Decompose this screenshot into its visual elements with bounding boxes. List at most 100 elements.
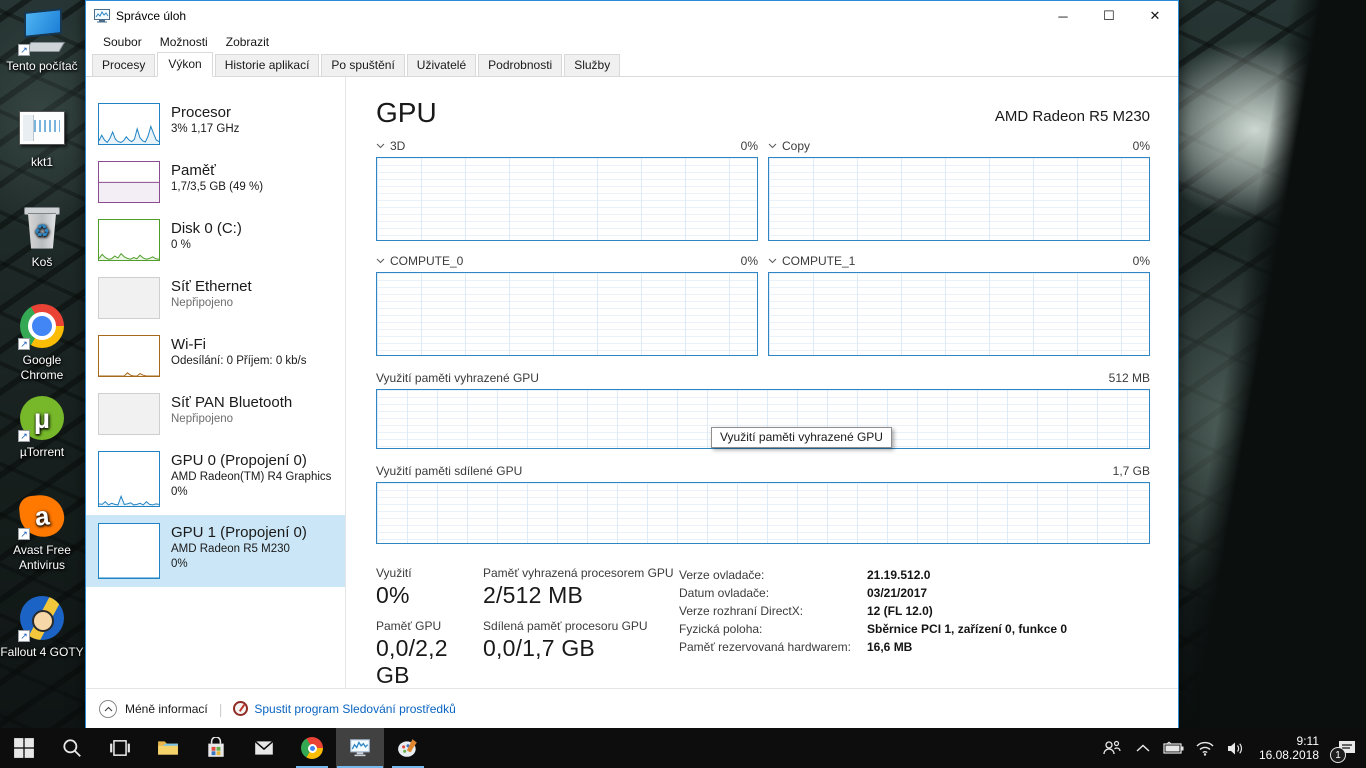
maximize-button[interactable]: ☐	[1086, 1, 1132, 31]
tray-expand-chevron-icon[interactable]	[1131, 735, 1155, 761]
engine-chart-plot	[768, 157, 1150, 241]
cpu-sparkline	[99, 104, 159, 144]
file-explorer-icon	[158, 741, 178, 755]
battery-icon[interactable]	[1162, 735, 1186, 761]
menu-moznosti[interactable]: Možnosti	[151, 35, 217, 49]
memory-chart-plot	[376, 482, 1150, 544]
dedicated-memory-chart: Využití paměti vyhrazené GPU 512 MB Využ…	[376, 371, 1150, 449]
desktop-icon-this-pc[interactable]: ↗ Tento počítač	[0, 8, 84, 74]
engine-chart-label[interactable]: 3D	[390, 139, 405, 153]
image-file-icon	[19, 111, 65, 145]
menu-soubor[interactable]: Soubor	[94, 35, 151, 49]
engine-chart-plot	[376, 157, 758, 241]
sidebar-item-disk[interactable]: Disk 0 (C:) 0 %	[86, 211, 345, 269]
people-icon[interactable]	[1100, 735, 1124, 761]
chevron-up-circle-icon	[99, 699, 117, 718]
shortcut-arrow-icon: ↗	[18, 338, 30, 350]
desktop-icon-avast[interactable]: a ↗ Avast Free Antivirus	[0, 492, 84, 573]
taskbar-clock[interactable]: 9:11 16.08.2018	[1255, 734, 1325, 762]
sidebar-item-cpu[interactable]: Procesor 3% 1,17 GHz	[86, 95, 345, 153]
mail-button[interactable]	[240, 728, 288, 768]
sidebar-item-memory[interactable]: Paměť 1,7/3,5 GB (49 %)	[86, 153, 345, 211]
sidebar-item-ethernet[interactable]: Síť Ethernet Nepřipojeno	[86, 269, 345, 327]
desktop-icon-recycle-bin[interactable]: ♻ Koš	[0, 204, 84, 270]
tab-historie-aplikaci[interactable]: Historie aplikací	[214, 54, 320, 76]
shared-memory-chart: Využití paměti sdílené GPU 1,7 GB	[376, 464, 1150, 544]
minimize-button[interactable]: ─	[1040, 1, 1086, 31]
task-manager-icon	[350, 739, 370, 757]
wifi-sparkline	[99, 336, 159, 376]
chrome-icon	[301, 737, 323, 759]
notification-count-badge: 1	[1330, 747, 1346, 763]
disk-sparkline	[99, 220, 159, 260]
sidebar-item-title: Disk 0 (C:)	[171, 220, 242, 237]
stat-gpu-memory: Paměť GPU 0,0/2,2 GB	[376, 619, 448, 688]
desktop-icon-utorrent[interactable]: µ ↗ µTorrent	[0, 394, 84, 460]
gpu0-sparkline	[99, 452, 159, 506]
less-info-button[interactable]: Méně informací	[99, 699, 208, 718]
tab-vykon[interactable]: Výkon	[157, 52, 213, 77]
sidebar-item-gpu0[interactable]: GPU 0 (Propojení 0) AMD Radeon(TM) R4 Gr…	[86, 443, 345, 515]
shortcut-arrow-icon: ↗	[18, 44, 30, 56]
taskbar-task-manager-button[interactable]	[336, 728, 384, 768]
engine-chart-label[interactable]: COMPUTE_0	[390, 254, 463, 268]
gpu-device-name: AMD Radeon R5 M230	[994, 108, 1150, 125]
info-row: Fyzická poloha: Sběrnice PCI 1, zařízení …	[679, 622, 1068, 636]
stat-utilization: Využití 0%	[376, 566, 412, 608]
engine-chart-label[interactable]: Copy	[782, 139, 810, 153]
chevron-down-icon[interactable]	[768, 258, 777, 264]
engine-chart-plot	[376, 272, 758, 356]
chevron-down-icon[interactable]	[768, 143, 777, 149]
task-view-button[interactable]	[96, 728, 144, 768]
taskbar-chrome-button[interactable]	[288, 728, 336, 768]
tab-procesy[interactable]: Procesy	[92, 54, 156, 76]
close-button[interactable]: ✕	[1132, 1, 1178, 31]
sidebar-item-gpu1[interactable]: GPU 1 (Propojení 0) AMD Radeon R5 M230 0…	[86, 515, 345, 587]
wifi-icon[interactable]	[1193, 735, 1217, 761]
file-explorer-button[interactable]	[144, 728, 192, 768]
engine-chart-copy: Copy 0%	[768, 139, 1150, 241]
action-center-button[interactable]: 1	[1330, 735, 1362, 763]
menu-zobrazit[interactable]: Zobrazit	[217, 35, 278, 49]
sidebar-item-bluetooth-pan[interactable]: Síť PAN Bluetooth Nepřipojeno	[86, 385, 345, 443]
ethernet-sparkline	[98, 277, 160, 319]
engine-chart-value: 0%	[1132, 139, 1150, 153]
titlebar[interactable]: Správce úloh ─ ☐ ✕	[86, 1, 1178, 31]
tab-podrobnosti[interactable]: Podrobnosti	[478, 54, 563, 76]
info-row: Verze ovladače: 21.19.512.0	[679, 568, 931, 582]
chevron-down-icon[interactable]	[376, 143, 385, 149]
desktop-icon-fallout4[interactable]: ↗ Fallout 4 GOTY	[0, 594, 84, 660]
info-row: Verze rozhraní DirectX: 12 (FL 12.0)	[679, 604, 933, 618]
open-resource-monitor-link[interactable]: Spustit program Sledování prostředků	[233, 701, 456, 716]
windows-logo-icon	[14, 738, 34, 758]
desktop-icon-kkt1[interactable]: kkt1	[0, 104, 84, 170]
sidebar-item-sub: Nepřipojeno	[171, 413, 234, 425]
chart-tooltip: Využití paměti vyhrazené GPU	[711, 427, 892, 448]
microsoft-store-button[interactable]	[192, 728, 240, 768]
volume-icon[interactable]	[1224, 735, 1248, 761]
taskbar-paint-button[interactable]	[384, 728, 432, 768]
stat-dedicated-memory: Paměť vyhrazená procesorem GPU 2/512 MB	[483, 566, 674, 608]
tab-po-spusteni[interactable]: Po spuštění	[321, 54, 405, 76]
gpu-statistics: Využití 0% Paměť GPU 0,0/2,2 GB Paměť vy…	[376, 566, 1150, 688]
chevron-down-icon[interactable]	[376, 258, 385, 264]
sidebar-item-sub: AMD Radeon R5 M230	[171, 543, 290, 555]
gpu1-sparkline	[99, 524, 159, 578]
memory-chart-label: Využití paměti sdílené GPU	[376, 464, 523, 478]
desktop-icon-chrome[interactable]: ↗ Google Chrome	[0, 302, 84, 383]
start-button[interactable]	[0, 728, 48, 768]
driver-info: Verze ovladače: 21.19.512.0 Datum ovladač…	[679, 566, 1067, 688]
tab-uzivatele[interactable]: Uživatelé	[406, 54, 477, 76]
memory-sparkline	[99, 162, 159, 202]
taskbar-search-button[interactable]	[48, 728, 96, 768]
engine-chart-plot	[768, 272, 1150, 356]
recycle-bin-icon: ♻	[22, 205, 62, 251]
bluetooth-sparkline	[98, 393, 160, 435]
clock-time: 9:11	[1296, 734, 1319, 748]
engine-chart-3d: 3D 0%	[376, 139, 758, 241]
tab-sluzby[interactable]: Služby	[564, 54, 621, 76]
clock-date: 16.08.2018	[1258, 748, 1319, 762]
engine-chart-label[interactable]: COMPUTE_1	[782, 254, 855, 268]
sidebar-item-wifi[interactable]: Wi-Fi Odesílání: 0 Příjem: 0 kb/s	[86, 327, 345, 385]
footer-divider: |	[218, 700, 223, 717]
